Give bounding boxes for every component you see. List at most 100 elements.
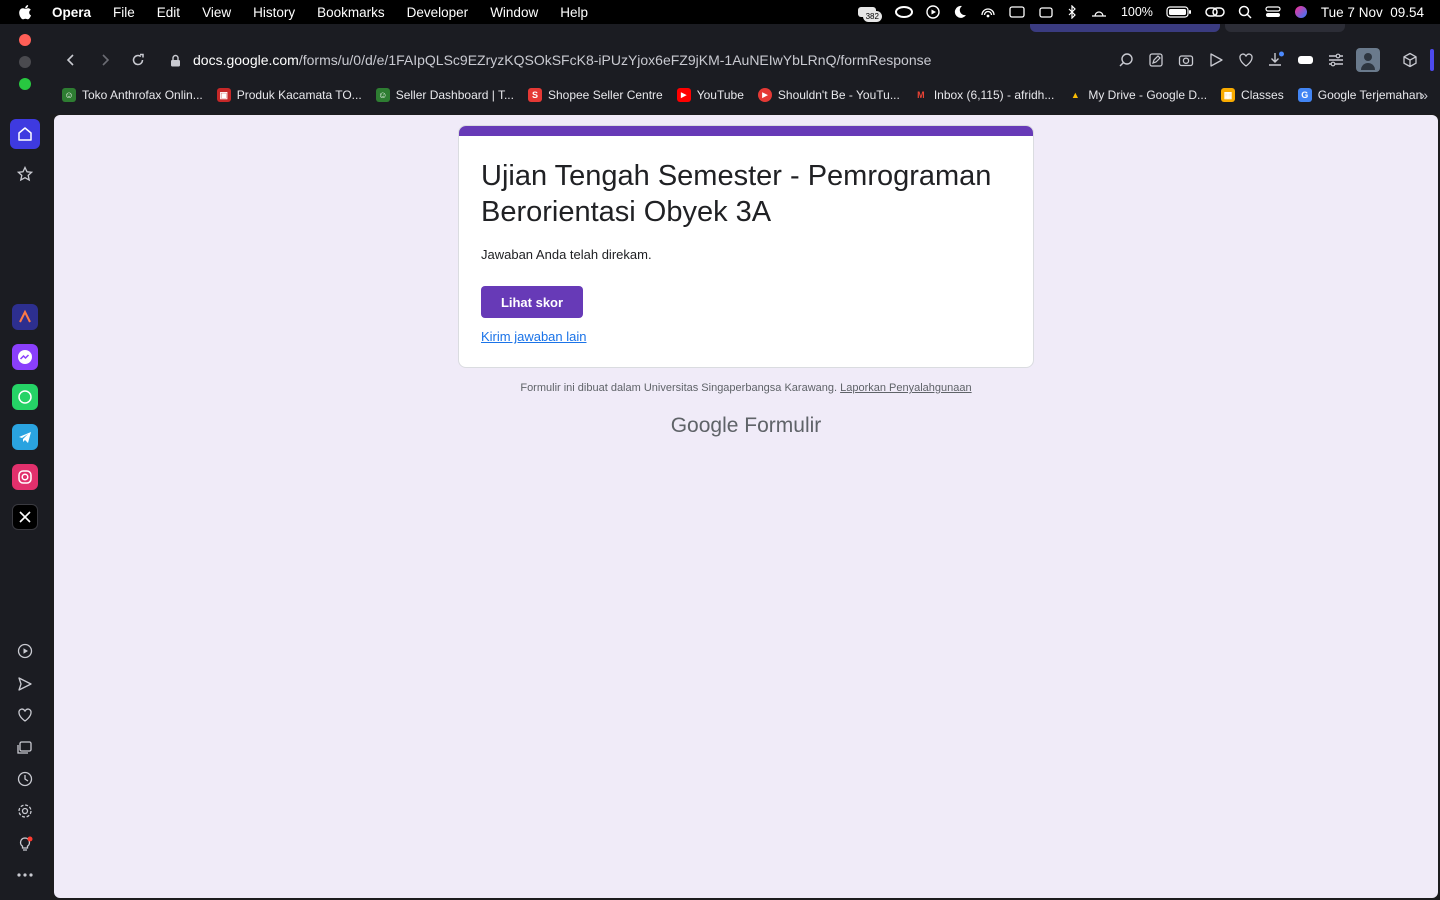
bookmarks-bar: ☺ Toko Anthrofax Onlin... ▣ Produk Kacamat… xyxy=(62,84,1432,106)
sidebar-star-icon[interactable] xyxy=(10,159,40,189)
input-source-icon[interactable] xyxy=(1009,0,1025,24)
bookmark-toko-anthrofax[interactable]: ☺ Toko Anthrofax Onlin... xyxy=(62,88,203,102)
airdrop-icon[interactable] xyxy=(980,0,996,24)
menu-file[interactable]: File xyxy=(113,5,135,20)
sidebar-telegram-icon[interactable] xyxy=(12,424,38,450)
footer-text: Formulir ini dibuat dalam Universitas Si… xyxy=(520,382,838,394)
bookmark-google-terjemahan[interactable]: G Google Terjemahan xyxy=(1297,88,1422,102)
view-score-button[interactable]: Lihat skor xyxy=(481,286,583,318)
window-icon[interactable] xyxy=(1038,0,1054,24)
bookmark-favicon-icon: S xyxy=(527,88,542,102)
sidebar-whatsapp-icon[interactable] xyxy=(12,384,38,410)
bookmark-my-drive[interactable]: ▲ My Drive - Google D... xyxy=(1068,88,1207,102)
window-zoom-button[interactable] xyxy=(19,78,31,90)
sidebar-settings-icon[interactable] xyxy=(10,796,40,826)
notification-app-icon[interactable]: 382 xyxy=(857,0,882,24)
creative-cloud-icon[interactable] xyxy=(894,0,913,24)
menu-app-name[interactable]: Opera xyxy=(52,5,91,20)
bookmark-shopee-seller-centre[interactable]: S Shopee Seller Centre xyxy=(527,88,663,102)
menu-history[interactable]: History xyxy=(253,5,295,20)
bookmark-produk-kacamata[interactable]: ▣ Produk Kacamata TO... xyxy=(216,88,362,102)
menu-help[interactable]: Help xyxy=(560,5,588,20)
link-icon[interactable] xyxy=(1205,0,1225,24)
bookmark-favicon-icon: ▣ xyxy=(216,88,231,102)
sidebar-history-icon[interactable] xyxy=(10,764,40,794)
page-viewport: Ujian Tengah Semester - Pemrograman Bero… xyxy=(54,115,1438,898)
google-forms-logo[interactable]: Google Formulir xyxy=(54,414,1438,438)
tab[interactable] xyxy=(1225,24,1345,32)
download-icon[interactable] xyxy=(1266,50,1286,70)
flow-send-icon[interactable] xyxy=(1206,50,1226,70)
bookmark-label: Toko Anthrofax Onlin... xyxy=(82,88,203,102)
search-in-page-icon[interactable] xyxy=(1116,50,1136,70)
sidebar-aria-icon[interactable] xyxy=(12,304,38,330)
lock-icon[interactable] xyxy=(170,54,181,67)
active-tab[interactable] xyxy=(1030,24,1220,32)
youtube-icon: ▶ xyxy=(676,88,691,102)
address-bar[interactable]: docs.google.com/forms/u/0/d/e/1FAIpQLSc9… xyxy=(170,42,931,78)
sidebar-home-icon[interactable] xyxy=(10,119,40,149)
window-close-button[interactable] xyxy=(19,34,31,46)
extensions-cube-icon[interactable] xyxy=(1400,50,1420,70)
sidebar-instagram-icon[interactable] xyxy=(12,464,38,490)
bookmark-gmail-inbox[interactable]: M Inbox (6,115) - afridh... xyxy=(914,88,1054,102)
bookmark-label: YouTube xyxy=(696,88,744,102)
macos-menubar: Opera File Edit View History Bookmarks D… xyxy=(0,0,1440,24)
back-arrow-icon[interactable] xyxy=(55,45,85,75)
brightness-icon[interactable] xyxy=(1090,0,1108,24)
profile-avatar[interactable] xyxy=(1356,48,1380,72)
sidebar-toggle-bar[interactable] xyxy=(1430,49,1434,71)
camera-icon[interactable] xyxy=(1176,50,1196,70)
bluetooth-icon[interactable] xyxy=(1067,0,1077,24)
spotlight-search-icon[interactable] xyxy=(1238,0,1252,24)
bookmarks-overflow-icon[interactable]: » xyxy=(1420,84,1428,106)
gmail-icon: M xyxy=(917,90,925,100)
reload-icon[interactable] xyxy=(123,45,153,75)
sidebar-more-icon[interactable] xyxy=(10,860,40,890)
bookmark-shouldnt-be[interactable]: ▶ Shouldn't Be - YouTu... xyxy=(757,88,900,102)
sidebar-messenger-icon[interactable] xyxy=(12,344,38,370)
sidebar-send-icon[interactable] xyxy=(10,669,40,699)
bookmark-classes[interactable]: ▦ Classes xyxy=(1221,88,1284,102)
bookmark-favicon-icon: ▶ xyxy=(757,88,772,102)
forward-arrow-icon[interactable] xyxy=(91,45,121,75)
sidebar-player-icon[interactable] xyxy=(10,636,40,666)
sidebar-tabs-icon[interactable] xyxy=(10,732,40,762)
siri-icon[interactable] xyxy=(1294,0,1308,24)
menu-window[interactable]: Window xyxy=(490,5,538,20)
easy-setup-icon[interactable] xyxy=(1326,50,1346,70)
battery-icon[interactable] xyxy=(1166,0,1192,24)
bookmark-label: Shouldn't Be - YouTu... xyxy=(777,88,900,102)
sidebar-x-twitter-icon[interactable] xyxy=(12,504,38,530)
moon-icon[interactable] xyxy=(953,0,967,24)
menu-view[interactable]: View xyxy=(202,5,231,20)
control-center-icon[interactable] xyxy=(1265,0,1281,24)
brand-product: Formulir xyxy=(744,414,822,437)
edit-icon[interactable] xyxy=(1146,50,1166,70)
url-host: docs.google.com xyxy=(193,52,299,68)
bookmark-label: Classes xyxy=(1241,88,1284,102)
menubar-status-area: 382 100% Tue 7 Nov 09.54 xyxy=(857,0,1424,24)
favorite-heart-icon[interactable] xyxy=(1236,50,1256,70)
address-row: docs.google.com/forms/u/0/d/e/1FAIpQLSc9… xyxy=(50,42,1440,78)
battery-saver-icon[interactable] xyxy=(1296,50,1316,70)
window-minimize-button[interactable] xyxy=(19,56,31,68)
sidebar-heart-icon[interactable] xyxy=(10,700,40,730)
report-abuse-link[interactable]: Laporkan Penyalahgunaan xyxy=(840,382,972,394)
toolbar-icons xyxy=(1116,42,1434,78)
bookmark-seller-dashboard[interactable]: ☺ Seller Dashboard | T... xyxy=(375,88,514,102)
menubar-clock[interactable]: Tue 7 Nov 09.54 xyxy=(1321,0,1424,24)
tab-strip xyxy=(50,24,1440,38)
menu-edit[interactable]: Edit xyxy=(157,5,180,20)
bookmark-label: Shopee Seller Centre xyxy=(547,88,663,102)
menu-bookmarks[interactable]: Bookmarks xyxy=(317,5,385,20)
menu-developer[interactable]: Developer xyxy=(407,5,469,20)
google-translate-icon: G xyxy=(1297,88,1312,102)
bookmark-favicon-icon: ☺ xyxy=(62,88,76,102)
bookmark-youtube[interactable]: ▶ YouTube xyxy=(676,88,744,102)
apple-logo-icon[interactable] xyxy=(18,4,34,20)
brand-google: Google xyxy=(670,414,739,437)
play-icon[interactable] xyxy=(926,0,940,24)
sidebar-lightbulb-icon[interactable] xyxy=(10,829,40,859)
submit-another-response-link[interactable]: Kirim jawaban lain xyxy=(481,329,587,344)
